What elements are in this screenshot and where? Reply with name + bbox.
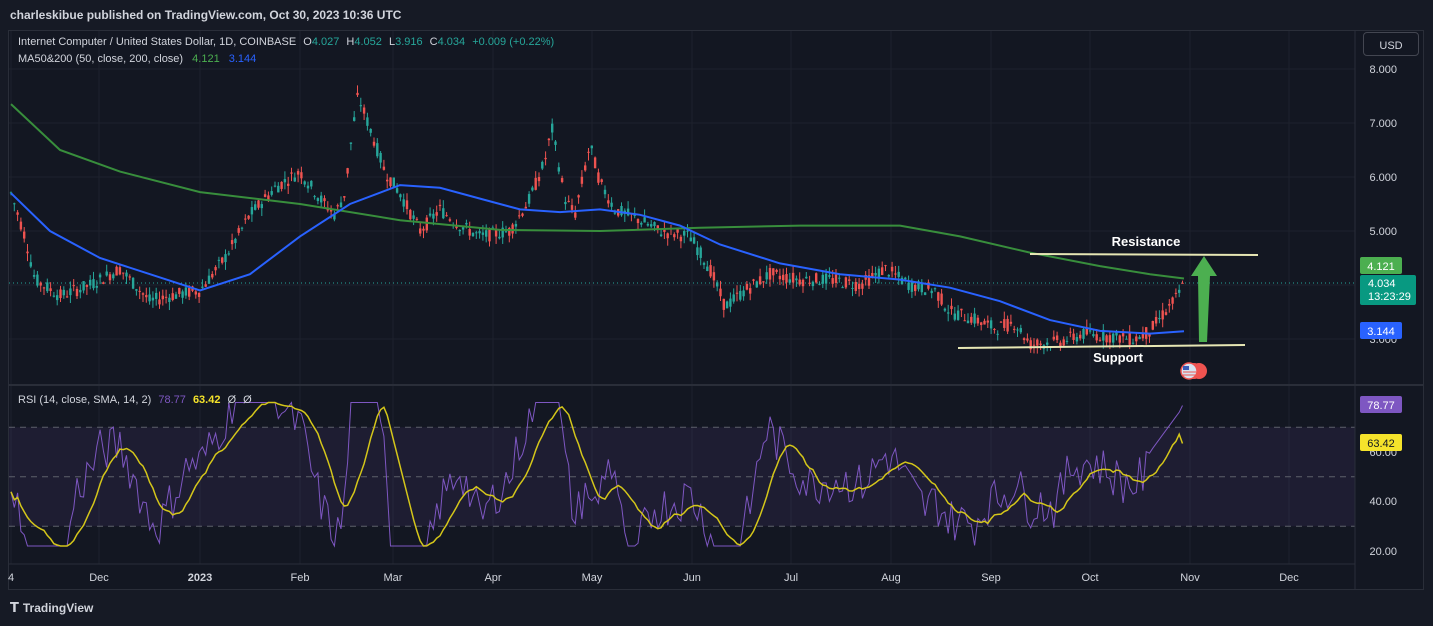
currency-button[interactable]: USD bbox=[1363, 32, 1419, 56]
time-tick-nov: Nov bbox=[1180, 572, 1200, 584]
open-value: 4.027 bbox=[311, 36, 340, 48]
ma50-value: 3.144 bbox=[228, 53, 257, 65]
rsi-tick-20: 20.00 bbox=[1369, 546, 1397, 558]
rsi-badge: 78.77 bbox=[1360, 396, 1402, 413]
time-tick-4: 4 bbox=[8, 572, 14, 584]
time-tick-mar: Mar bbox=[384, 572, 403, 584]
ma200-badge: 4.121 bbox=[1360, 257, 1402, 274]
price-badge-value: 4.034 bbox=[1368, 278, 1396, 290]
ma-label: MA50&200 (50, close, 200, close) bbox=[18, 53, 184, 65]
open-label: O bbox=[303, 36, 312, 48]
change-value: +0.009 (+0.22%) bbox=[472, 36, 555, 48]
price-tick-6: 6.000 bbox=[1369, 172, 1397, 184]
rsi-extra-1: Ø bbox=[227, 394, 237, 406]
rsi-extra-2: Ø bbox=[243, 394, 252, 406]
ma200-badge-value: 4.121 bbox=[1367, 261, 1395, 273]
resistance-label: Resistance bbox=[1112, 234, 1181, 249]
time-tick-aug: Aug bbox=[881, 572, 901, 584]
time-tick-sep: Sep bbox=[981, 572, 1001, 584]
rsi-label: RSI (14, close, SMA, 14, 2) bbox=[18, 394, 152, 406]
ma50-badge-value: 3.144 bbox=[1367, 326, 1395, 338]
close-value: 4.034 bbox=[437, 36, 466, 48]
price-tick-5: 5.000 bbox=[1369, 226, 1397, 238]
rsi-value: 78.77 bbox=[158, 394, 186, 406]
tradingview-logo-icon: 𝗧 bbox=[10, 600, 19, 615]
up-arrow-icon bbox=[1191, 256, 1217, 342]
price-badge: 4.034 13:23:29 bbox=[1360, 275, 1416, 305]
rsi-sma-badge: 63.42 bbox=[1360, 434, 1402, 451]
support-label: Support bbox=[1093, 350, 1143, 365]
rsi-badge-value: 78.77 bbox=[1367, 400, 1395, 412]
flag-icon[interactable] bbox=[1180, 362, 1207, 380]
tradingview-brand: TradingView bbox=[22, 601, 94, 615]
price-tick-8: 8.000 bbox=[1369, 64, 1397, 76]
time-tick-feb: Feb bbox=[291, 572, 310, 584]
ma200-value: 4.121 bbox=[192, 53, 220, 65]
price-badge-countdown: 13:23:29 bbox=[1368, 291, 1411, 303]
symbol-name: Internet Computer / United States Dollar… bbox=[18, 36, 297, 48]
time-tick-may: May bbox=[582, 572, 603, 584]
rsi-legend[interactable]: RSI (14, close, SMA, 14, 2) 78.77 63.42 … bbox=[18, 394, 252, 406]
time-tick-oct: Oct bbox=[1081, 572, 1098, 584]
time-tick-2023: 2023 bbox=[188, 572, 212, 584]
tradingview-logo[interactable]: 𝗧 TradingView bbox=[10, 600, 93, 616]
price-chart[interactable]: 8.000 7.000 6.000 5.000 3.000 60.00 40.0… bbox=[0, 0, 1433, 626]
time-tick-dec2: Dec bbox=[1279, 572, 1299, 584]
time-tick-apr: Apr bbox=[484, 572, 501, 584]
symbol-legend[interactable]: Internet Computer / United States Dollar… bbox=[18, 36, 554, 48]
rsi-tick-40: 40.00 bbox=[1369, 496, 1397, 508]
price-tick-7: 7.000 bbox=[1369, 118, 1397, 130]
time-tick-dec: Dec bbox=[89, 572, 109, 584]
time-tick-jun: Jun bbox=[683, 572, 701, 584]
ma50-badge: 3.144 bbox=[1360, 322, 1402, 339]
rsi-sma-badge-value: 63.42 bbox=[1367, 438, 1395, 450]
ma-legend[interactable]: MA50&200 (50, close, 200, close) 4.121 3… bbox=[18, 53, 256, 65]
resistance-line[interactable] bbox=[1029, 253, 1259, 256]
support-line[interactable] bbox=[957, 344, 1246, 349]
rsi-sma-value: 63.42 bbox=[192, 394, 221, 406]
high-value: 4.052 bbox=[354, 36, 382, 48]
footer-bar bbox=[0, 590, 1433, 626]
time-tick-jul: Jul bbox=[784, 572, 798, 584]
close-label: C bbox=[429, 36, 438, 48]
low-value: 3.916 bbox=[395, 36, 423, 48]
